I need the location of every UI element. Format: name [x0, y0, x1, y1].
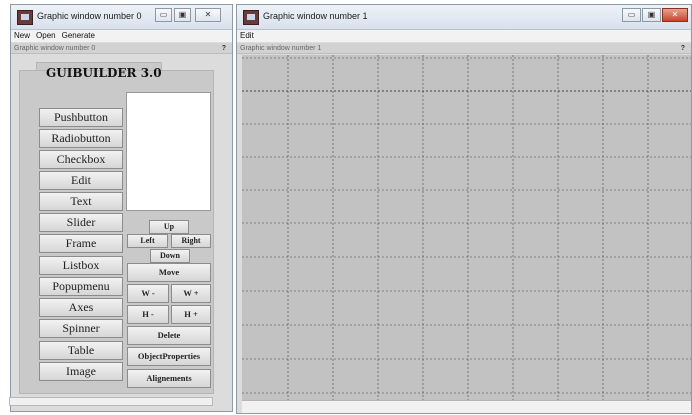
left-button[interactable]: Left: [127, 234, 168, 248]
scilab-window-icon: [243, 10, 259, 25]
window-1-menubar: Edit: [237, 30, 691, 42]
help-button[interactable]: ?: [681, 43, 685, 54]
spinner-button[interactable]: Spinner: [39, 319, 123, 338]
table-button[interactable]: Table: [39, 341, 123, 360]
close-button[interactable]: ✕: [195, 8, 221, 22]
window-0-statusbar: [9, 397, 213, 406]
object-properties-button[interactable]: ObjectProperties: [127, 347, 211, 366]
maximize-button[interactable]: ▣: [174, 8, 191, 22]
window-1-statusbar: [242, 400, 691, 413]
menu-edit[interactable]: Edit: [237, 30, 257, 42]
radiobutton-button[interactable]: Radiobutton: [39, 129, 123, 148]
delete-button[interactable]: Delete: [127, 326, 211, 345]
window-0-title: Graphic window number 0: [37, 11, 142, 21]
slider-button[interactable]: Slider: [39, 213, 123, 232]
up-button[interactable]: Up: [149, 220, 189, 234]
help-button[interactable]: ?: [222, 43, 226, 54]
popupmenu-button[interactable]: Popupmenu: [39, 277, 123, 296]
scilab-window-icon: [17, 10, 33, 25]
move-button[interactable]: Move: [127, 263, 211, 282]
canvas-background: [242, 55, 691, 400]
minimize-button[interactable]: ▭: [155, 8, 172, 22]
window-1-titlebar[interactable]: Graphic window number 1 ▭ ▣ ✕: [237, 5, 691, 30]
width-decrease-button[interactable]: W -: [127, 284, 169, 303]
height-decrease-button[interactable]: H -: [127, 305, 169, 324]
edit-button[interactable]: Edit: [39, 171, 123, 190]
down-button[interactable]: Down: [150, 249, 190, 263]
menu-open[interactable]: Open: [33, 30, 59, 42]
window-0-infobar: Graphic window number 0 ?: [11, 43, 232, 54]
window-1-title: Graphic window number 1: [263, 11, 368, 21]
height-increase-button[interactable]: H +: [171, 305, 211, 324]
axes-button[interactable]: Axes: [39, 298, 123, 317]
close-button[interactable]: ✕: [662, 8, 688, 22]
text-button[interactable]: Text: [39, 192, 123, 211]
pushbutton-button[interactable]: Pushbutton: [39, 108, 123, 127]
right-button[interactable]: Right: [171, 234, 211, 248]
window-1-subtitle: Graphic window number 1: [240, 45, 322, 52]
checkbox-button[interactable]: Checkbox: [39, 150, 123, 169]
window-0-titlebar[interactable]: Graphic window number 0 ▭ ▣ ✕: [11, 5, 232, 30]
objects-listbox[interactable]: [126, 92, 211, 211]
menu-generate[interactable]: Generate: [59, 30, 98, 42]
menu-new[interactable]: New: [11, 30, 33, 42]
minimize-button[interactable]: ▭: [622, 8, 641, 22]
window-0-subtitle: Graphic window number 0: [14, 45, 96, 52]
frame-button[interactable]: Frame: [39, 234, 123, 253]
window-0-menubar: New Open Generate: [11, 30, 232, 42]
listbox-button[interactable]: Listbox: [39, 256, 123, 275]
alignements-button[interactable]: Alignements: [127, 369, 211, 388]
maximize-button[interactable]: ▣: [642, 8, 661, 22]
guibuilder-title: GUIBUILDER 3.0: [46, 66, 162, 80]
width-increase-button[interactable]: W +: [171, 284, 211, 303]
design-canvas[interactable]: [242, 55, 691, 400]
window-1-infobar: Graphic window number 1 ?: [237, 43, 691, 54]
image-button[interactable]: Image: [39, 362, 123, 381]
